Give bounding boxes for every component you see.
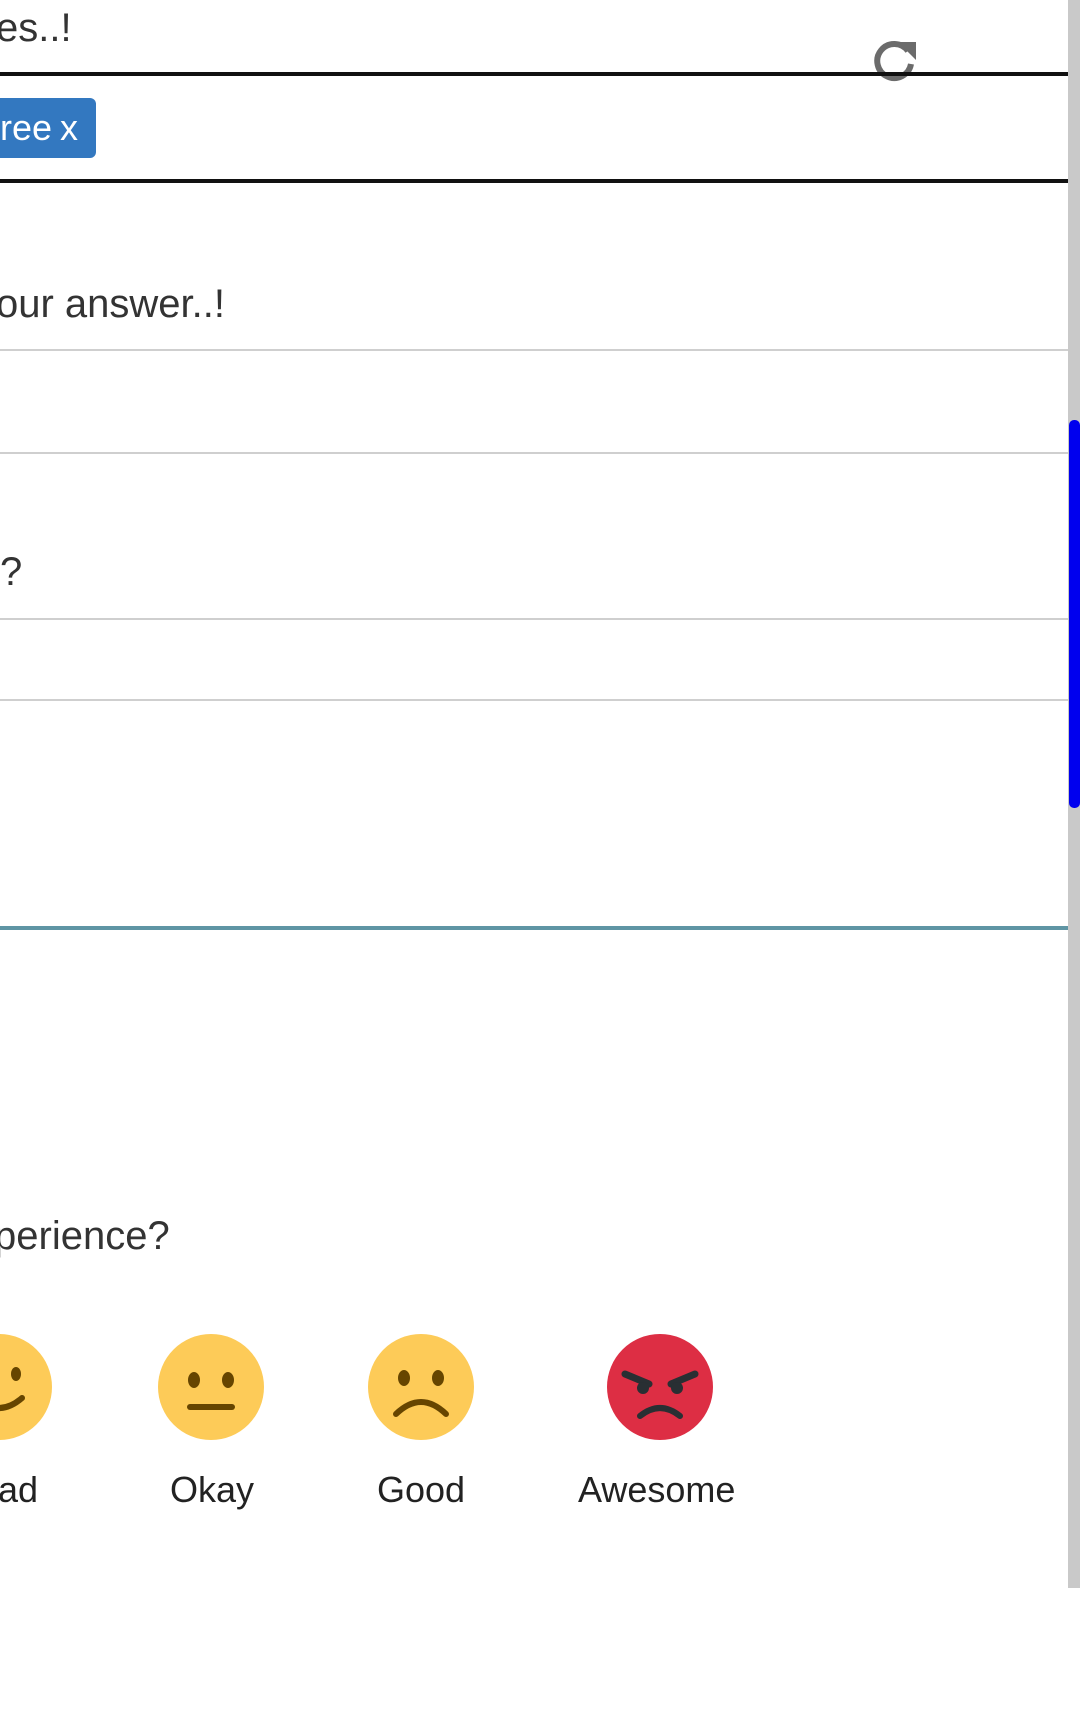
divider bbox=[0, 699, 1068, 701]
rating-option-label[interactable]: Okay bbox=[170, 1468, 254, 1512]
divider bbox=[0, 452, 1068, 454]
tag-input-top-border bbox=[0, 72, 1068, 76]
frowning-face-icon[interactable] bbox=[368, 1334, 474, 1440]
tag-chip[interactable]: ree x bbox=[0, 98, 96, 158]
answer-prompt-text: our answer..! bbox=[0, 282, 226, 326]
top-question-text: es..! bbox=[0, 6, 72, 50]
section-divider bbox=[0, 926, 1068, 930]
scrollbar-thumb[interactable] bbox=[1069, 420, 1080, 808]
tag-chip-label: ree bbox=[0, 107, 53, 148]
neutral-face-icon[interactable] bbox=[158, 1334, 264, 1440]
divider bbox=[0, 618, 1068, 620]
rating-option-label[interactable]: Awesome bbox=[578, 1468, 735, 1512]
smiling-face-icon[interactable] bbox=[0, 1334, 52, 1440]
feedback-form-page: es..! ree x our answer..! ? perience? ad … bbox=[0, 0, 1080, 1731]
tag-input-bottom-border bbox=[0, 179, 1068, 183]
angry-face-icon[interactable] bbox=[607, 1334, 713, 1440]
rating-question-text: perience? bbox=[0, 1214, 170, 1258]
tag-remove-button[interactable]: x bbox=[60, 107, 78, 148]
divider bbox=[0, 349, 1068, 351]
rating-option-label[interactable]: Good bbox=[377, 1468, 465, 1512]
refresh-icon[interactable] bbox=[868, 34, 920, 86]
question-2-text: ? bbox=[0, 550, 23, 594]
rating-option-label[interactable]: ad bbox=[0, 1468, 38, 1512]
